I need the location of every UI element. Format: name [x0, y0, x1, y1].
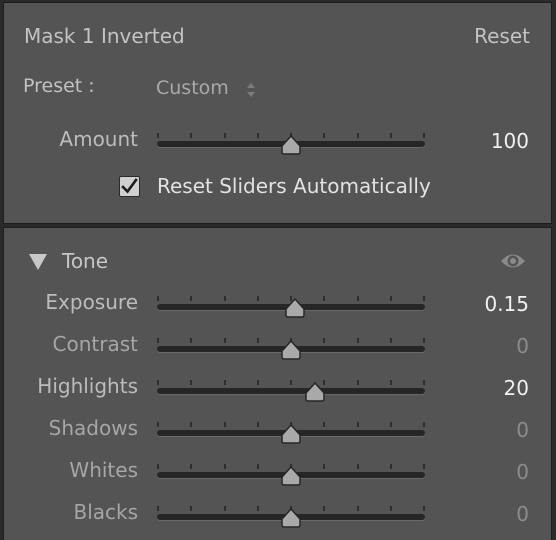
slider-tick	[423, 133, 425, 138]
amount-slider[interactable]	[157, 131, 425, 155]
slider-tick	[224, 133, 226, 138]
slider-tick	[390, 506, 392, 511]
slider-tick	[323, 338, 325, 343]
slider-thumb[interactable]	[280, 424, 302, 444]
shadows-slider[interactable]	[157, 420, 425, 444]
slider-tick	[257, 422, 259, 427]
slider-tick	[224, 338, 226, 343]
updown-arrows-icon[interactable]	[245, 80, 257, 100]
slider-tick	[357, 380, 359, 385]
slider-tick	[190, 133, 192, 138]
slider-tick	[257, 133, 259, 138]
eye-icon[interactable]	[500, 251, 526, 271]
preset-label: Preset :	[23, 75, 95, 97]
whites-label: Whites	[69, 458, 138, 482]
slider-tick	[157, 380, 159, 385]
slider-tick	[323, 133, 325, 138]
slider-track[interactable]	[157, 388, 425, 394]
blacks-label: Blacks	[73, 500, 138, 524]
slider-tick	[257, 296, 259, 301]
amount-label: Amount	[59, 127, 138, 151]
slider-tick	[390, 464, 392, 469]
slider-tick	[390, 422, 392, 427]
slider-tick	[190, 422, 192, 427]
slider-tick	[224, 506, 226, 511]
slider-tick	[257, 506, 259, 511]
slider-tick	[157, 338, 159, 343]
slider-tick	[357, 338, 359, 343]
slider-tick	[224, 422, 226, 427]
whites-slider[interactable]	[157, 462, 425, 486]
slider-tick	[257, 338, 259, 343]
highlights-label: Highlights	[37, 374, 138, 398]
slider-thumb[interactable]	[280, 466, 302, 486]
slider-tick	[323, 422, 325, 427]
slider-tick	[290, 380, 292, 385]
amount-value[interactable]: 100	[491, 129, 529, 153]
shadows-label: Shadows	[48, 416, 138, 440]
slider-tick	[423, 338, 425, 343]
reset-sliders-label[interactable]: Reset Sliders Automatically	[157, 174, 431, 198]
reset-sliders-checkbox[interactable]	[119, 176, 140, 197]
slider-thumb[interactable]	[280, 135, 302, 155]
slider-tick	[224, 296, 226, 301]
slider-tick	[323, 464, 325, 469]
shadows-value[interactable]: 0	[516, 418, 529, 442]
preset-dropdown[interactable]: Custom	[156, 77, 229, 99]
tone-section-header[interactable]: Tone	[62, 249, 108, 273]
slider-tick	[357, 296, 359, 301]
triangle-down-icon[interactable]	[28, 253, 48, 271]
contrast-value[interactable]: 0	[516, 334, 529, 358]
slider-tick	[423, 380, 425, 385]
exposure-value[interactable]: 0.15	[484, 292, 529, 316]
slider-tick	[224, 464, 226, 469]
slider-tick	[190, 464, 192, 469]
checkmark-icon	[121, 178, 138, 194]
slider-tick	[357, 464, 359, 469]
mask-title: Mask 1 Inverted	[24, 24, 185, 48]
blacks-slider[interactable]	[157, 504, 425, 528]
whites-value[interactable]: 0	[516, 460, 529, 484]
slider-tick	[190, 380, 192, 385]
slider-tick	[357, 133, 359, 138]
slider-thumb[interactable]	[284, 298, 306, 318]
slider-tick	[190, 506, 192, 511]
slider-tick	[390, 338, 392, 343]
slider-tick	[423, 506, 425, 511]
highlights-slider[interactable]	[157, 378, 425, 402]
contrast-label: Contrast	[52, 332, 138, 356]
exposure-label: Exposure	[45, 290, 138, 314]
slider-tick	[323, 296, 325, 301]
slider-tick	[357, 506, 359, 511]
blacks-value[interactable]: 0	[516, 502, 529, 526]
slider-thumb[interactable]	[280, 340, 302, 360]
slider-tick	[423, 464, 425, 469]
slider-tick	[357, 422, 359, 427]
slider-tick	[224, 380, 226, 385]
slider-tick	[190, 338, 192, 343]
slider-tick	[157, 296, 159, 301]
slider-thumb[interactable]	[304, 382, 326, 402]
slider-tick	[157, 133, 159, 138]
slider-tick	[390, 296, 392, 301]
slider-tick	[323, 506, 325, 511]
slider-tick	[257, 464, 259, 469]
slider-tick	[157, 422, 159, 427]
slider-tick	[423, 296, 425, 301]
contrast-slider[interactable]	[157, 336, 425, 360]
highlights-value[interactable]: 20	[504, 376, 529, 400]
slider-tick	[257, 380, 259, 385]
slider-thumb[interactable]	[280, 508, 302, 528]
slider-tick	[190, 296, 192, 301]
reset-button[interactable]: Reset	[474, 24, 530, 48]
slider-tick	[423, 422, 425, 427]
exposure-slider[interactable]	[157, 294, 425, 318]
slider-tick	[390, 133, 392, 138]
slider-tick	[157, 464, 159, 469]
slider-tick	[157, 506, 159, 511]
slider-tick	[390, 380, 392, 385]
